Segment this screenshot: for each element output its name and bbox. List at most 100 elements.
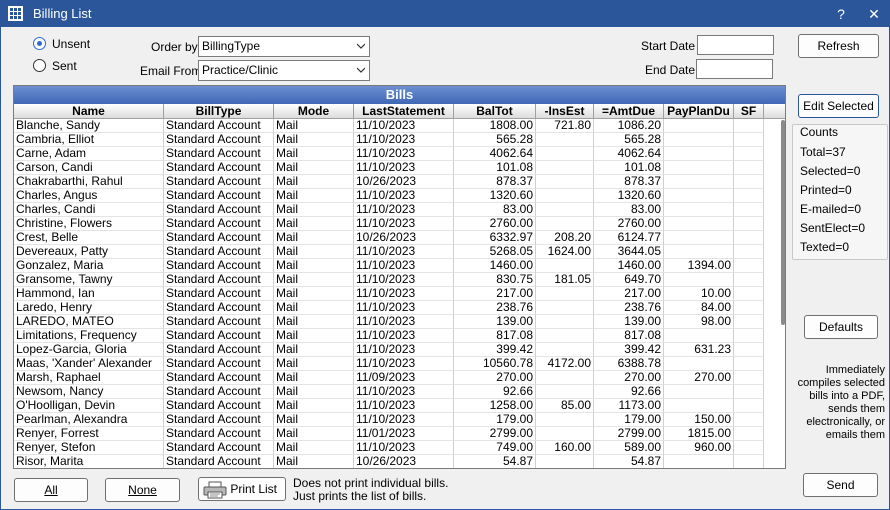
sent-radio[interactable]	[33, 59, 46, 72]
cell-amtdue: 2799.00	[594, 427, 664, 441]
table-row[interactable]: Pearlman, Alexandra Standard Account Mail 1…	[14, 413, 785, 427]
cell-insest: 85.00	[536, 399, 594, 413]
table-row[interactable]: Carne, Adam Standard Account Mail 11/10/202…	[14, 147, 785, 161]
cell-billtype: Standard Account	[164, 147, 274, 161]
table-row[interactable]: Limitations, Frequency Standard Account Ma…	[14, 329, 785, 343]
cell-insest	[536, 371, 594, 385]
defaults-button[interactable]: Defaults	[804, 315, 878, 339]
start-date-input[interactable]	[697, 35, 774, 55]
close-button[interactable]: ✕	[862, 4, 886, 24]
column-header-billtype[interactable]: BillType	[164, 104, 274, 119]
printer-icon	[203, 481, 227, 499]
cell-payplandu: 84.00	[664, 301, 734, 315]
cell-baltot: 749.00	[454, 441, 536, 455]
cell-insest: 208.20	[536, 231, 594, 245]
table-row[interactable]: Hammond, Ian Standard Account Mail 11/10/20…	[14, 287, 785, 301]
cell-mode: Mail	[274, 441, 354, 455]
cell-laststatement: 11/10/2023	[354, 119, 454, 133]
table-row[interactable]: Laredo, Henry Standard Account Mail 11/10/2…	[14, 301, 785, 315]
column-header-sf[interactable]: SF	[734, 104, 764, 119]
cell-insest	[536, 287, 594, 301]
cell-name: Blanche, Sandy	[14, 119, 164, 133]
cell-amtdue: 6388.78	[594, 357, 664, 371]
cell-billtype: Standard Account	[164, 399, 274, 413]
select-none-button[interactable]: None	[105, 478, 180, 502]
column-header-baltot[interactable]: BalTot	[454, 104, 536, 119]
sent-label: Sent	[52, 59, 77, 73]
cell-baltot: 565.28	[454, 133, 536, 147]
cell-name: Charles, Candi	[14, 203, 164, 217]
cell-amtdue: 817.08	[594, 329, 664, 343]
cell-baltot: 54.87	[454, 455, 536, 468]
table-row[interactable]: LAREDO, MATEO Standard Account Mail 11/10/2…	[14, 315, 785, 329]
cell-payplandu: 960.00	[664, 441, 734, 455]
table-row[interactable]: Newsom, Nancy Standard Account Mail 11/10/2…	[14, 385, 785, 399]
table-row[interactable]: Crest, Belle Standard Account Mail 10/26/20…	[14, 231, 785, 245]
table-row[interactable]: Gransome, Tawny Standard Account Mail 11/10…	[14, 273, 785, 287]
cell-laststatement: 11/10/2023	[354, 315, 454, 329]
cell-mode: Mail	[274, 189, 354, 203]
cell-amtdue: 54.87	[594, 455, 664, 468]
start-date-label: Start Date	[641, 39, 696, 53]
column-header-insest[interactable]: -InsEst	[536, 104, 594, 119]
count-sentelect: SentElect=0	[800, 221, 866, 235]
table-row[interactable]: Devereaux, Patty Standard Account Mail 11/1…	[14, 245, 785, 259]
column-header-laststatement[interactable]: LastStatement	[354, 104, 454, 119]
cell-baltot: 238.76	[454, 301, 536, 315]
cell-name: Gransome, Tawny	[14, 273, 164, 287]
cell-billtype: Standard Account	[164, 315, 274, 329]
cell-insest	[536, 161, 594, 175]
email-from-select[interactable]: Practice/Clinic	[198, 60, 370, 81]
cell-billtype: Standard Account	[164, 161, 274, 175]
table-row[interactable]: Cambria, Elliot Standard Account Mail 11/10…	[14, 133, 785, 147]
column-header-name[interactable]: Name	[14, 104, 164, 119]
cell-mode: Mail	[274, 371, 354, 385]
cell-payplandu	[664, 455, 734, 468]
cell-sf	[734, 455, 764, 468]
table-row[interactable]: Charles, Angus Standard Account Mail 11/10/…	[14, 189, 785, 203]
table-row[interactable]: Lopez-Garcia, Gloria Standard Account Mail…	[14, 343, 785, 357]
order-by-select[interactable]: BillingType	[198, 36, 370, 57]
select-all-button[interactable]: All	[14, 478, 88, 502]
cell-sf	[734, 189, 764, 203]
count-texted: Texted=0	[800, 240, 850, 254]
edit-selected-button[interactable]: Edit Selected	[798, 94, 879, 118]
cell-payplandu	[664, 385, 734, 399]
table-row[interactable]: Marsh, Raphael Standard Account Mail 11/09/…	[14, 371, 785, 385]
cell-name: Charles, Angus	[14, 189, 164, 203]
cell-baltot: 179.00	[454, 413, 536, 427]
end-date-input[interactable]	[696, 59, 773, 79]
refresh-button[interactable]: Refresh	[798, 34, 879, 58]
table-row[interactable]: Charles, Candi Standard Account Mail 11/10/…	[14, 203, 785, 217]
count-printed: Printed=0	[800, 183, 852, 197]
table-row[interactable]: O'Hoolligan, Devin Standard Account Mail 11…	[14, 399, 785, 413]
help-button[interactable]: ?	[829, 4, 853, 24]
table-row[interactable]: Christine, Flowers Standard Account Mail 11…	[14, 217, 785, 231]
cell-name: Gonzalez, Maria	[14, 259, 164, 273]
table-row[interactable]: Chakrabarthi, Rahul Standard Account Mail 1…	[14, 175, 785, 189]
cell-billtype: Standard Account	[164, 189, 274, 203]
cell-sf	[734, 427, 764, 441]
table-row[interactable]: Risor, Marita Standard Account Mail 10/26/2…	[14, 455, 785, 468]
send-button[interactable]: Send	[803, 473, 878, 497]
cell-baltot: 2760.00	[454, 217, 536, 231]
cell-name: Carne, Adam	[14, 147, 164, 161]
print-list-button[interactable]: Print List	[198, 477, 286, 501]
cell-name: Lopez-Garcia, Gloria	[14, 343, 164, 357]
cell-laststatement: 11/01/2023	[354, 427, 454, 441]
column-header-mode[interactable]: Mode	[274, 104, 354, 119]
table-row[interactable]: Maas, 'Xander' Alexander Standard Account…	[14, 357, 785, 371]
cell-name: Crest, Belle	[14, 231, 164, 245]
email-from-value: Practice/Clinic	[202, 63, 279, 77]
table-row[interactable]: Renyer, Stefon Standard Account Mail 11/10/…	[14, 441, 785, 455]
unsent-radio[interactable]	[33, 37, 46, 50]
table-row[interactable]: Renyer, Forrest Standard Account Mail 11/01…	[14, 427, 785, 441]
column-header-payplandu[interactable]: PayPlanDu	[664, 104, 734, 119]
table-row[interactable]: Carson, Candi Standard Account Mail 11/10/2…	[14, 161, 785, 175]
table-row[interactable]: Blanche, Sandy Standard Account Mail 11/10/…	[14, 119, 785, 133]
cell-amtdue: 4062.64	[594, 147, 664, 161]
vertical-scrollbar[interactable]	[781, 120, 785, 325]
table-row[interactable]: Gonzalez, Maria Standard Account Mail 11/10…	[14, 259, 785, 273]
cell-sf	[734, 329, 764, 343]
column-header-amtdue[interactable]: =AmtDue	[594, 104, 664, 119]
